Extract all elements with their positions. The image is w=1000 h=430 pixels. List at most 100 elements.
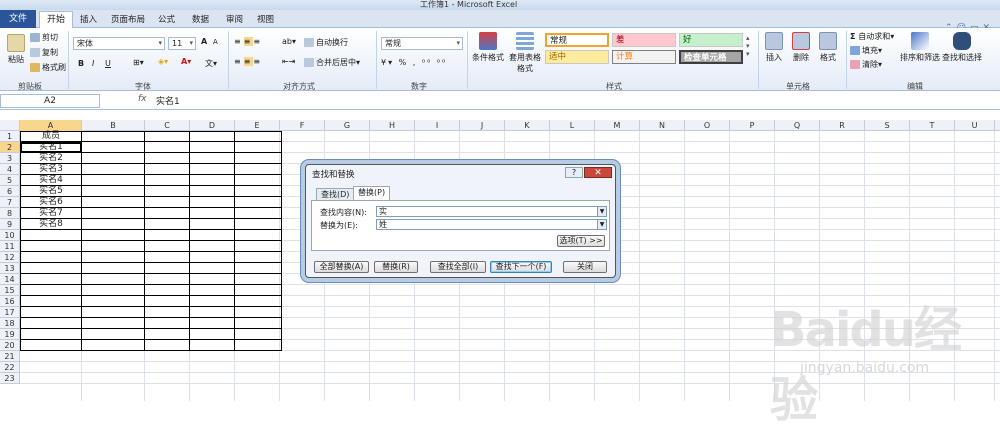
tab-home[interactable]: 开始 xyxy=(39,11,73,29)
replace-button[interactable]: 替换(R) xyxy=(374,261,418,273)
formula-input[interactable]: 实名1 xyxy=(156,94,180,107)
row-header[interactable]: 23 xyxy=(0,373,20,384)
find-all-button[interactable]: 查找全部(I) xyxy=(430,261,486,273)
autosum-button[interactable]: Σ 自动求和▾ xyxy=(850,31,894,42)
row-header[interactable]: 13 xyxy=(0,263,20,274)
chevron-down-icon[interactable]: ▼ xyxy=(597,207,606,216)
row-header[interactable]: 9 xyxy=(0,219,20,230)
row-header[interactable]: 21 xyxy=(0,351,20,362)
wrap-text-button[interactable]: 自动换行 xyxy=(304,37,348,48)
row-header[interactable]: 1 xyxy=(0,131,20,142)
row-header[interactable]: 14 xyxy=(0,274,20,285)
format-painter-button[interactable]: 格式刷 xyxy=(30,62,66,73)
tab-review[interactable]: 审阅 xyxy=(226,13,243,25)
column-header-g[interactable]: G xyxy=(325,120,370,131)
italic-button[interactable]: I xyxy=(92,59,94,68)
find-input[interactable]: 实 ▼ xyxy=(376,206,607,217)
clear-button[interactable]: 清除▾ xyxy=(850,59,882,70)
format-cells-button[interactable]: 格式 xyxy=(816,32,840,63)
column-header-u[interactable]: U xyxy=(955,120,995,131)
column-header-t[interactable]: T xyxy=(910,120,955,131)
insert-function-icon[interactable]: fx xyxy=(138,94,147,104)
column-header-n[interactable]: N xyxy=(640,120,685,131)
column-header-m[interactable]: M xyxy=(595,120,640,131)
column-header-f[interactable]: F xyxy=(280,120,325,131)
grow-font-button[interactable]: A xyxy=(201,37,207,46)
paste-button[interactable]: 粘贴 xyxy=(5,34,27,65)
column-header-l[interactable]: L xyxy=(550,120,595,131)
underline-button[interactable]: U xyxy=(105,59,111,68)
column-header-b[interactable]: B xyxy=(82,120,145,131)
close-icon[interactable]: ✕ xyxy=(584,167,612,178)
font-name-combo[interactable]: 宋体 xyxy=(73,37,165,50)
style-check-cell[interactable]: 检查单元格 xyxy=(679,50,743,64)
column-header-i[interactable]: I xyxy=(415,120,460,131)
row-header[interactable]: 15 xyxy=(0,285,20,296)
column-header-q[interactable]: Q xyxy=(775,120,820,131)
vertical-align-icon[interactable]: ≡≡≡ xyxy=(234,37,263,46)
sort-filter-button[interactable]: 排序和筛选 xyxy=(900,32,940,63)
style-bad[interactable]: 差 xyxy=(612,33,676,47)
delete-cells-button[interactable]: 删除 xyxy=(789,32,813,63)
help-button[interactable]: ? xyxy=(565,167,583,178)
tab-view[interactable]: 视图 xyxy=(257,13,274,25)
style-good[interactable]: 好 xyxy=(679,33,743,47)
find-next-button[interactable]: 查找下一个(F) xyxy=(490,261,552,273)
format-as-table-button[interactable]: 套用表格格式 xyxy=(507,32,543,74)
row-header[interactable]: 16 xyxy=(0,296,20,307)
column-header-d[interactable]: D xyxy=(190,120,235,131)
row-header[interactable]: 3 xyxy=(0,153,20,164)
tab-formulas[interactable]: 公式 xyxy=(158,13,175,25)
column-header-o[interactable]: O xyxy=(685,120,730,131)
column-header-a[interactable]: A xyxy=(20,120,82,131)
row-header[interactable]: 19 xyxy=(0,329,20,340)
find-select-button[interactable]: 查找和选择 xyxy=(942,32,982,63)
column-header-r[interactable]: R xyxy=(820,120,865,131)
phonetic-icon[interactable]: 文▾ xyxy=(205,58,217,69)
merge-center-button[interactable]: 合并后居中▾ xyxy=(304,57,360,68)
column-header-h[interactable]: H xyxy=(370,120,415,131)
replace-all-button[interactable]: 全部替换(A) xyxy=(314,261,369,273)
horizontal-align-icon[interactable]: ≡≡≡ xyxy=(234,57,263,66)
fill-button[interactable]: 填充▾ xyxy=(850,45,882,56)
conditional-format-button[interactable]: 条件格式 xyxy=(471,32,505,63)
tab-insert[interactable]: 插入 xyxy=(80,13,97,25)
row-header[interactable]: 12 xyxy=(0,252,20,263)
row-header[interactable]: 2 xyxy=(0,142,20,153)
number-format-combo[interactable]: 常规 xyxy=(381,37,463,50)
row-header[interactable]: 18 xyxy=(0,318,20,329)
fill-color-icon[interactable]: ◈▾ xyxy=(158,57,168,66)
column-header-k[interactable]: K xyxy=(505,120,550,131)
tab-page-layout[interactable]: 页面布局 xyxy=(111,13,145,25)
tab-file[interactable]: 文件 xyxy=(0,10,36,28)
font-color-icon[interactable]: A▾ xyxy=(181,57,191,66)
bold-button[interactable]: B xyxy=(78,59,84,68)
style-neutral[interactable]: 适中 xyxy=(545,50,609,64)
shrink-font-button[interactable]: A xyxy=(213,38,218,46)
name-box[interactable]: A2 xyxy=(0,94,100,108)
orientation-icon[interactable]: ab▾ xyxy=(282,37,296,46)
column-header-e[interactable]: E xyxy=(235,120,280,131)
style-normal[interactable]: 常规 xyxy=(545,33,609,47)
borders-icon[interactable]: ⊞▾ xyxy=(133,58,144,67)
row-header[interactable]: 5 xyxy=(0,175,20,186)
copy-button[interactable]: 复制 xyxy=(30,47,58,58)
row-header[interactable]: 7 xyxy=(0,197,20,208)
font-size-combo[interactable]: 11 xyxy=(168,37,196,50)
row-header[interactable]: 22 xyxy=(0,362,20,373)
style-calculation[interactable]: 计算 xyxy=(612,50,676,64)
column-header-s[interactable]: S xyxy=(865,120,910,131)
chevron-down-icon[interactable]: ▼ xyxy=(597,220,606,229)
indent-icon[interactable]: ⇤⇥ xyxy=(282,57,295,66)
cut-button[interactable]: 剪切 xyxy=(30,32,58,43)
number-format-icons[interactable]: ¥▾ % , ⁰⁰ ⁰⁰ xyxy=(381,58,447,67)
select-all-corner[interactable] xyxy=(0,120,20,131)
tab-data[interactable]: 数据 xyxy=(192,13,209,25)
row-header[interactable]: 6 xyxy=(0,186,20,197)
row-header[interactable]: 10 xyxy=(0,230,20,241)
column-header-j[interactable]: J xyxy=(460,120,505,131)
row-header[interactable]: 20 xyxy=(0,340,20,351)
row-header[interactable]: 11 xyxy=(0,241,20,252)
tab-replace[interactable]: 替换(P) xyxy=(353,186,391,201)
styles-scroll-icon[interactable]: ▴ ▾ ▾ xyxy=(746,34,750,58)
